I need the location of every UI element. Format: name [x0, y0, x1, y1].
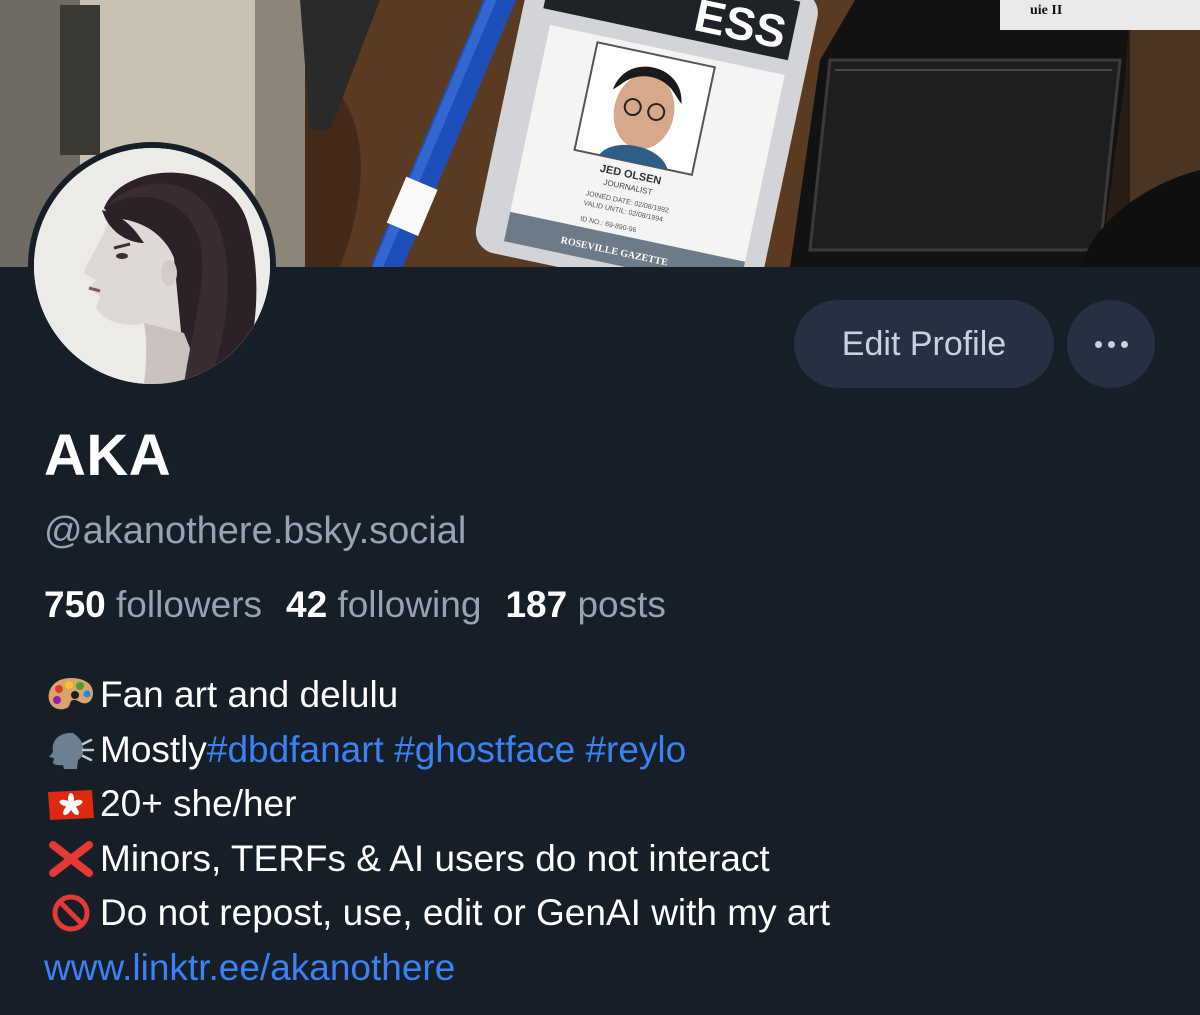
bio-line-text: Minors, TERFs & AI users do not interact — [100, 837, 770, 879]
artist-palette-icon — [44, 675, 98, 715]
bio-line: Mostly #dbdfanart #ghostface #reylo — [44, 723, 830, 778]
bio-line: 20+ she/her — [44, 777, 830, 832]
following-label: following — [337, 584, 482, 625]
handle: @akanothere.bsky.social — [44, 510, 467, 552]
bio-line-text: Fan art and delulu — [100, 674, 399, 715]
avatar-image — [34, 148, 270, 384]
posts-count: 187 — [505, 584, 568, 625]
edit-profile-button[interactable]: Edit Profile — [794, 300, 1054, 388]
posts-stat: 187 posts — [505, 584, 665, 625]
bio-line-text: Do not repost, use, edit or GenAI with m… — [100, 892, 831, 933]
bio-line-text: Mostly — [100, 728, 207, 770]
profile-stats: 750 followers 42 following 187 posts — [44, 584, 666, 626]
followers-stat[interactable]: 750 followers — [44, 584, 262, 625]
profile-bio: Fan art and delulu Mostly #dbdfanart #gh… — [44, 668, 830, 995]
ellipsis-icon — [1094, 340, 1128, 348]
bio-line: Fan art and delulu — [44, 668, 830, 723]
speaking-head-icon — [44, 730, 98, 770]
followers-count: 750 — [44, 584, 106, 625]
hashtag-link[interactable]: #reylo — [585, 723, 686, 778]
followers-label: followers — [116, 584, 263, 625]
banner-corner-text: uie II — [1030, 3, 1062, 18]
more-options-button[interactable] — [1067, 300, 1155, 388]
hong-kong-flag-icon — [44, 784, 98, 824]
external-link[interactable]: www.linktr.ee/akanothere — [44, 941, 455, 996]
following-stat[interactable]: 42 following — [286, 584, 481, 625]
bio-line: Minors, TERFs & AI users do not interact — [44, 832, 830, 887]
bio-line: Do not repost, use, edit or GenAI with m… — [44, 886, 830, 941]
following-count: 42 — [286, 584, 328, 625]
avatar[interactable] — [28, 142, 276, 390]
bio-line-text: 20+ she/her — [100, 783, 297, 824]
hashtag-link[interactable]: #dbdfanart — [207, 723, 384, 778]
bio-line: www.linktr.ee/akanothere — [44, 941, 830, 996]
prohibited-icon — [44, 893, 98, 933]
display-name: AKA — [44, 423, 172, 488]
posts-label: posts — [577, 584, 666, 625]
hashtag-link[interactable]: #ghostface — [394, 723, 575, 778]
cross-mark-icon — [44, 839, 98, 879]
